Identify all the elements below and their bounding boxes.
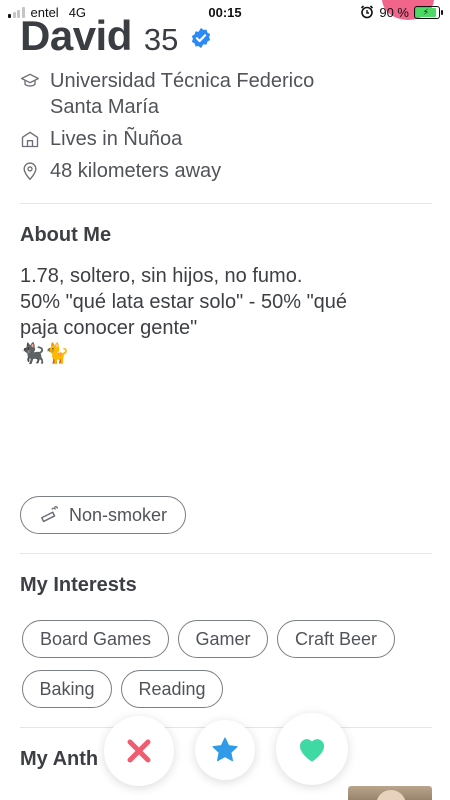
- profile-age: 35: [143, 22, 179, 57]
- nope-button[interactable]: [104, 716, 174, 786]
- star-icon: [212, 737, 238, 762]
- close-icon: [127, 739, 151, 763]
- signal-icon: [8, 6, 25, 18]
- distance-text: 48 kilometers away: [50, 160, 222, 182]
- battery-percent: 90 %: [379, 4, 409, 20]
- distance-info: 48 kilometers away: [20, 158, 221, 184]
- about-line: 50% "qué lata estar solo" - 50% "qué: [20, 291, 348, 313]
- verified-badge-icon[interactable]: [190, 27, 212, 49]
- interest-chip[interactable]: Gamer: [178, 620, 268, 658]
- cigarette-icon: [41, 506, 58, 523]
- carrier-label: entel: [30, 4, 59, 20]
- graduation-cap-icon: [21, 73, 39, 87]
- like-button[interactable]: [276, 713, 348, 785]
- residence-info: Lives in Ñuñoa: [20, 126, 182, 152]
- clock: 00:15: [208, 4, 242, 20]
- interest-chip[interactable]: Baking: [22, 670, 112, 708]
- interests-title: My Interests: [20, 574, 137, 596]
- alarm-icon: [361, 5, 374, 19]
- school-line-2: Santa María: [50, 96, 159, 118]
- network-label: 4G: [68, 4, 87, 20]
- divider: [20, 203, 432, 204]
- interest-chip[interactable]: Reading: [121, 670, 223, 708]
- home-icon: [21, 131, 39, 148]
- super-like-button[interactable]: [195, 720, 255, 780]
- heart-icon: [299, 739, 325, 762]
- anthem-title: My Anth: [20, 748, 99, 770]
- about-title: About Me: [20, 224, 112, 246]
- about-line: 1.78, soltero, sin hijos, no fumo.: [20, 265, 303, 287]
- school-line-1: Universidad Técnica Federico: [50, 70, 315, 92]
- interest-chip[interactable]: Craft Beer: [277, 620, 395, 658]
- location-pin-icon: [23, 162, 37, 181]
- about-text: 1.78, soltero, sin hijos, no fumo. 50% "…: [20, 263, 430, 367]
- divider: [20, 553, 432, 554]
- school-info: Universidad Técnica Federico Santa María: [20, 68, 314, 120]
- non-smoker-label: Non-smoker: [68, 504, 168, 525]
- location-text: Lives in Ñuñoa: [50, 128, 183, 150]
- anthem-photo-thumbnail: [348, 786, 432, 800]
- status-bar: entel 4G 00:15 90 % ⚡: [0, 0, 450, 24]
- cat-emoji: 🐈‍⬛🐈: [20, 343, 70, 365]
- about-line: paja conocer gente": [20, 317, 198, 339]
- interest-chip[interactable]: Board Games: [22, 620, 169, 658]
- non-smoker-chip: Non-smoker: [20, 496, 186, 534]
- battery-icon: ⚡: [414, 5, 443, 19]
